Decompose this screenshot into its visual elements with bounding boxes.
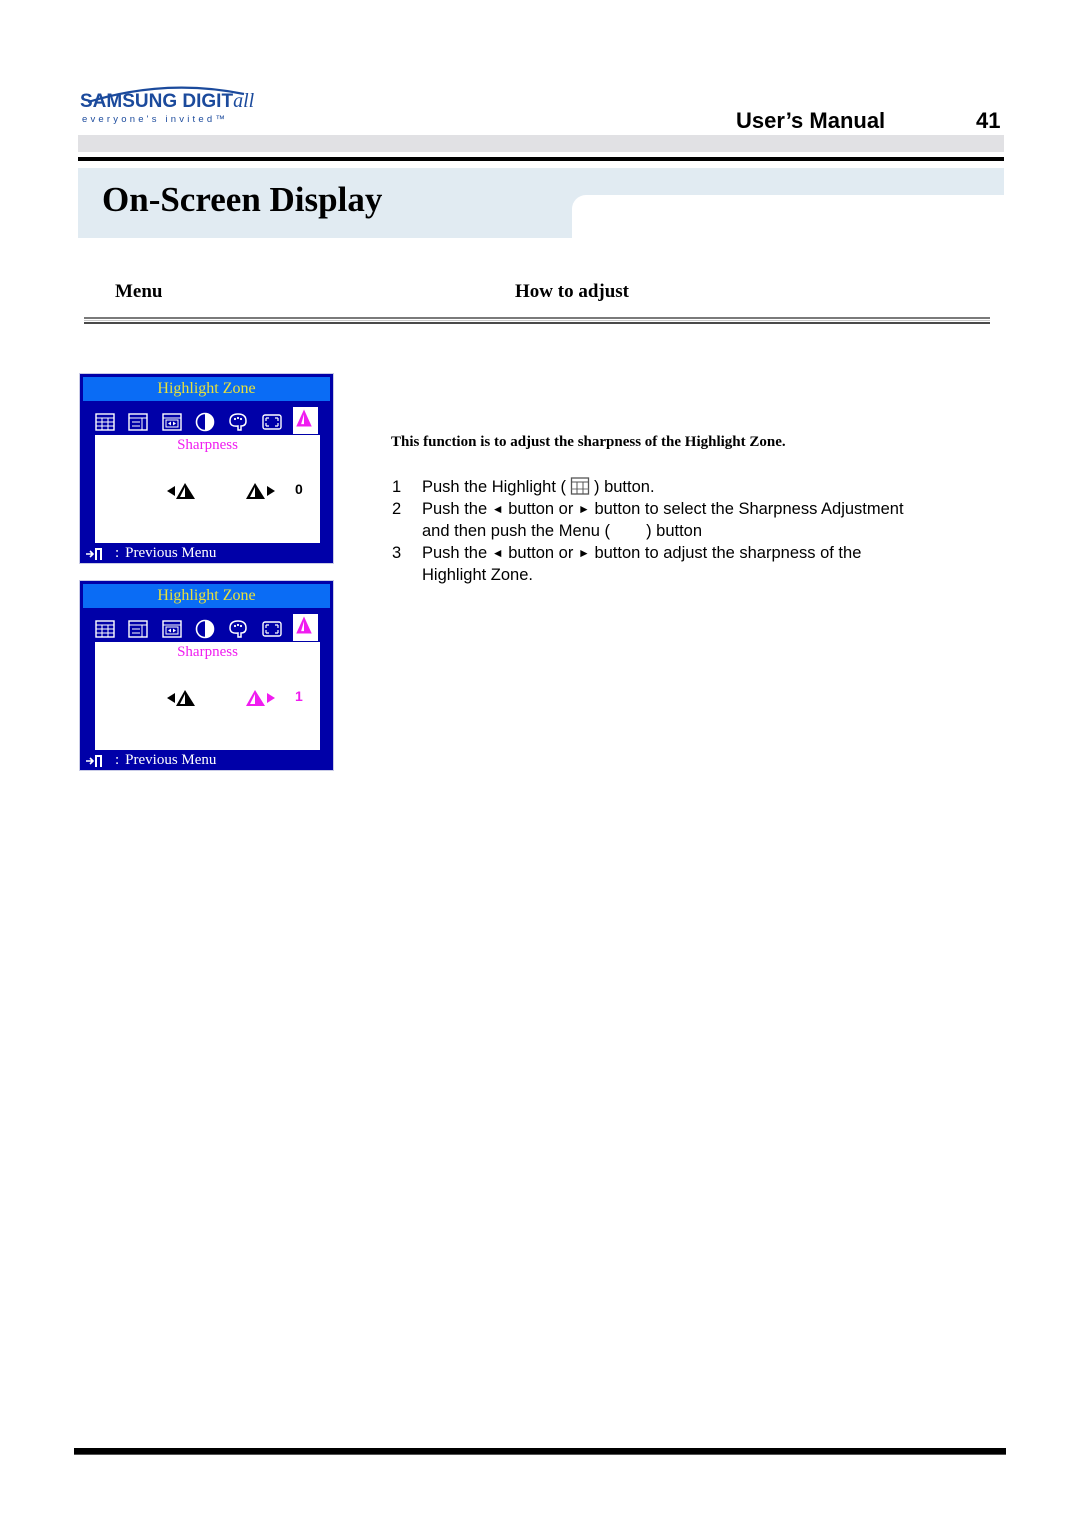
page-number: 41 [976, 108, 1001, 133]
size-position-icon [161, 618, 183, 640]
sharpness-value: 1 [295, 688, 303, 704]
exit-icon [86, 547, 102, 560]
divider-line [84, 322, 990, 324]
column-header-menu: Menu [115, 281, 163, 302]
osd-screenshot-2: Highlight Zone Sharpness 1: Previous Me… [79, 580, 334, 771]
step-2: 2 Push the ◄ button or ► button to selec… [392, 500, 904, 518]
color-icon [227, 411, 249, 433]
samsung-logo: SAMSUNG DIGITall everyone's invited™ [80, 84, 254, 130]
color-icon [227, 618, 249, 640]
footer-colon: : [115, 545, 120, 561]
step-3-continuation: Highlight Zone. [422, 566, 533, 584]
contrast-icon [194, 411, 216, 433]
sharpness-value: 0 [295, 481, 303, 497]
step-1: 1 Push the Highlight () button. [392, 477, 655, 496]
manual-title: User’s Manual [736, 108, 886, 133]
full-screen-icon [261, 618, 283, 640]
osd-footer: : Previous Menu [85, 751, 216, 769]
function-description: This function is to adjust the sharpness… [391, 434, 786, 450]
highlight-zone-icon [94, 618, 116, 640]
full-screen-icon [261, 411, 283, 433]
title-band-notch [572, 195, 1004, 240]
left-arrow-icon: ◄ [491, 502, 504, 516]
window-icon [127, 411, 149, 433]
footer-colon: : [115, 752, 120, 768]
osd-content: Sharpness 1 [95, 642, 320, 750]
header-band [78, 135, 1004, 152]
decrease-sharpness-icon [167, 690, 195, 706]
window-icon [127, 618, 149, 640]
highlight-button-icon [570, 477, 590, 495]
exit-icon [86, 754, 102, 767]
osd-label: Sharpness [177, 644, 238, 660]
column-header-how-to-adjust: How to adjust [515, 281, 630, 302]
step-number: 2 [392, 500, 402, 518]
osd-label: Sharpness [177, 437, 238, 453]
divider-line [84, 320, 990, 321]
increase-sharpness-icon [246, 690, 275, 706]
step-3: 3 Push the ◄ button or ► button to adjus… [392, 544, 862, 562]
footer-text: Previous Menu [125, 545, 217, 561]
footer-text: Previous Menu [125, 752, 217, 768]
column-divider [84, 317, 990, 324]
header-rule [78, 157, 1004, 161]
osd-icon-row [94, 407, 324, 434]
osd-icon-row [94, 614, 324, 641]
highlight-zone-icon [94, 411, 116, 433]
sharpness-icon [293, 407, 318, 434]
step-number: 1 [392, 478, 402, 496]
osd-footer: : Previous Menu [85, 544, 216, 562]
step-number: 3 [392, 544, 402, 562]
osd-title: Highlight Zone [83, 377, 330, 401]
osd-title: Highlight Zone [83, 584, 330, 608]
right-arrow-icon: ► [577, 502, 590, 516]
step-2-continuation: and then push the Menu () button [422, 522, 703, 540]
logo-tagline: everyone's invited™ [82, 114, 229, 125]
sharpness-icon [293, 614, 318, 641]
osd-content: Sharpness 0 [95, 435, 320, 543]
contrast-icon [194, 618, 216, 640]
logo-brand: SAMSUNG DIGITall [80, 90, 255, 112]
instruction-steps: 1 Push the Highlight () button. 2 Push t… [392, 476, 904, 586]
decrease-sharpness-icon [167, 483, 195, 499]
divider-line [84, 317, 990, 319]
increase-sharpness-icon [246, 483, 275, 499]
page-title: On-Screen Display [102, 180, 383, 219]
size-position-icon [161, 411, 183, 433]
osd-screenshot-1: Highlight Zone Sharpness 0: Previous Me… [79, 373, 334, 564]
left-arrow-icon: ◄ [491, 546, 504, 560]
footer-rule [74, 1448, 1006, 1455]
right-arrow-icon: ► [577, 546, 590, 560]
